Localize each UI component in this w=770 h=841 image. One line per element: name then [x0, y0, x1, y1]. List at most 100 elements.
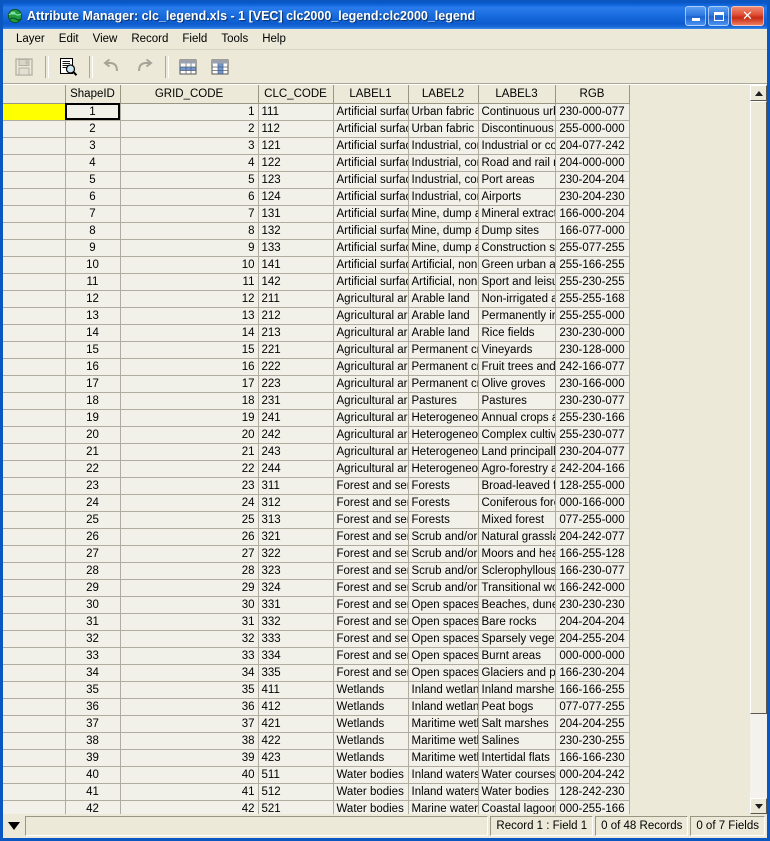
cell-clc-code[interactable]: 133: [258, 239, 334, 257]
cell-clc-code[interactable]: 512: [258, 783, 334, 801]
cell-label2[interactable]: Industrial, commercial and transport uni…: [408, 171, 479, 189]
cell-grid-code[interactable]: 36: [120, 698, 259, 716]
cell-label2[interactable]: Inland waters: [408, 766, 479, 784]
row-selector-cell[interactable]: [3, 460, 66, 478]
row-selector-cell[interactable]: [3, 613, 66, 631]
cell-clc-code[interactable]: 131: [258, 205, 334, 223]
row-selector-cell[interactable]: [3, 477, 66, 495]
cell-shapeid[interactable]: 33: [65, 647, 121, 665]
cell-shapeid[interactable]: 27: [65, 545, 121, 563]
row-selector-cell[interactable]: [3, 749, 66, 767]
cell-shapeid[interactable]: 16: [65, 358, 121, 376]
cell-shapeid[interactable]: 32: [65, 630, 121, 648]
row-selector-cell[interactable]: [3, 545, 66, 563]
cell-clc-code[interactable]: 132: [258, 222, 334, 240]
cell-label3[interactable]: Olive groves: [478, 375, 556, 393]
cell-label1[interactable]: Forest and semi natural areas: [333, 528, 409, 546]
cell-label1[interactable]: Agricultural areas: [333, 460, 409, 478]
cell-shapeid[interactable]: 20: [65, 426, 121, 444]
table-row[interactable]: 77131Artificial surfacesMine, dump and c…: [3, 205, 630, 223]
cell-shapeid[interactable]: 24: [65, 494, 121, 512]
cell-label1[interactable]: Wetlands: [333, 681, 409, 699]
cell-grid-code[interactable]: 34: [120, 664, 259, 682]
cell-shapeid[interactable]: 12: [65, 290, 121, 308]
cell-label1[interactable]: Forest and semi natural areas: [333, 511, 409, 529]
table-row[interactable]: 2020242Agricultural areasHeterogeneous a…: [3, 426, 630, 444]
cell-grid-code[interactable]: 20: [120, 426, 259, 444]
redo-button[interactable]: [129, 53, 159, 81]
cell-label1[interactable]: Water bodies: [333, 783, 409, 801]
cell-rgb[interactable]: 230-166-000: [555, 375, 630, 393]
table-row[interactable]: 2828323Forest and semi natural areasScru…: [3, 562, 630, 580]
cell-label2[interactable]: Maritime wetlands: [408, 732, 479, 750]
cell-clc-code[interactable]: 222: [258, 358, 334, 376]
cell-label3[interactable]: Permanently irrigated land: [478, 307, 556, 325]
cell-clc-code[interactable]: 323: [258, 562, 334, 580]
row-selector-cell[interactable]: [3, 392, 66, 410]
cell-label1[interactable]: Agricultural areas: [333, 375, 409, 393]
cell-label3[interactable]: Intertidal flats: [478, 749, 556, 767]
cell-label2[interactable]: Open spaces with little or no vegetation: [408, 596, 479, 614]
row-selector-cell[interactable]: [3, 562, 66, 580]
cell-shapeid[interactable]: 25: [65, 511, 121, 529]
cell-shapeid[interactable]: 41: [65, 783, 121, 801]
cell-shapeid[interactable]: 5: [65, 171, 121, 189]
cell-label3[interactable]: Complex cultivation patterns: [478, 426, 556, 444]
table-row[interactable]: 2222244Agricultural areasHeterogeneous a…: [3, 460, 630, 478]
scroll-down-icon[interactable]: [750, 798, 767, 814]
cell-label3[interactable]: Road and rail networks and associated la…: [478, 154, 556, 172]
cell-grid-code[interactable]: 12: [120, 290, 259, 308]
cell-clc-code[interactable]: 324: [258, 579, 334, 597]
table-row[interactable]: 11111Artificial surfacesUrban fabricCont…: [3, 103, 630, 121]
row-selector-cell[interactable]: [3, 205, 66, 223]
cell-shapeid[interactable]: 37: [65, 715, 121, 733]
cell-shapeid[interactable]: 13: [65, 307, 121, 325]
row-selector-cell[interactable]: [3, 239, 66, 257]
cell-rgb[interactable]: 166-000-204: [555, 205, 630, 223]
table-row[interactable]: 44122Artificial surfacesIndustrial, comm…: [3, 154, 630, 172]
cell-label3[interactable]: Construction sites: [478, 239, 556, 257]
title-bar[interactable]: Attribute Manager: clc_legend.xls - 1 [V…: [3, 3, 767, 29]
row-selector-cell[interactable]: [3, 273, 66, 291]
cell-label1[interactable]: Forest and semi natural areas: [333, 664, 409, 682]
row-selector-cell[interactable]: [3, 494, 66, 512]
row-selector-cell[interactable]: [3, 681, 66, 699]
cell-label1[interactable]: Agricultural areas: [333, 358, 409, 376]
cell-clc-code[interactable]: 111: [258, 103, 334, 121]
cell-rgb[interactable]: 230-230-255: [555, 732, 630, 750]
cell-clc-code[interactable]: 121: [258, 137, 334, 155]
cell-rgb[interactable]: 000-204-242: [555, 766, 630, 784]
cell-rgb[interactable]: 230-230-230: [555, 596, 630, 614]
cell-rgb[interactable]: 255-230-166: [555, 409, 630, 427]
cell-clc-code[interactable]: 511: [258, 766, 334, 784]
cell-grid-code[interactable]: 35: [120, 681, 259, 699]
table-row[interactable]: 1515221Agricultural areasPermanent crops…: [3, 341, 630, 359]
cell-label1[interactable]: Artificial surfaces: [333, 120, 409, 138]
cell-label1[interactable]: Forest and semi natural areas: [333, 647, 409, 665]
row-selector-cell[interactable]: [3, 307, 66, 325]
table-row[interactable]: 2323311Forest and semi natural areasFore…: [3, 477, 630, 495]
cell-label3[interactable]: Land principally occupied by agriculture: [478, 443, 556, 461]
cell-label3[interactable]: Water bodies: [478, 783, 556, 801]
row-selector-cell[interactable]: [3, 766, 66, 784]
vertical-scrollbar[interactable]: [749, 85, 767, 814]
cell-label1[interactable]: Artificial surfaces: [333, 273, 409, 291]
cell-label2[interactable]: Artificial, non-agricultural vegetated a…: [408, 256, 479, 274]
menu-item-help[interactable]: Help: [255, 31, 293, 47]
cell-label2[interactable]: Pastures: [408, 392, 479, 410]
table-row[interactable]: 2727322Forest and semi natural areasScru…: [3, 545, 630, 563]
cell-grid-code[interactable]: 7: [120, 205, 259, 223]
cell-label3[interactable]: Peat bogs: [478, 698, 556, 716]
row-selector-cell[interactable]: [3, 596, 66, 614]
cell-label3[interactable]: Moors and heathland: [478, 545, 556, 563]
cell-rgb[interactable]: 230-128-000: [555, 341, 630, 359]
menu-item-tools[interactable]: Tools: [214, 31, 255, 47]
cell-label2[interactable]: Heterogeneous agricultural areas: [408, 443, 479, 461]
table-row[interactable]: 2626321Forest and semi natural areasScru…: [3, 528, 630, 546]
cell-grid-code[interactable]: 33: [120, 647, 259, 665]
scrollbar-thumb[interactable]: [750, 101, 767, 715]
table-row[interactable]: 33121Artificial surfacesIndustrial, comm…: [3, 137, 630, 155]
cell-label2[interactable]: Mine, dump and construction sites: [408, 205, 479, 223]
table-row[interactable]: 3737421WetlandsMaritime wetlandsSalt mar…: [3, 715, 630, 733]
cell-rgb[interactable]: 255-077-255: [555, 239, 630, 257]
